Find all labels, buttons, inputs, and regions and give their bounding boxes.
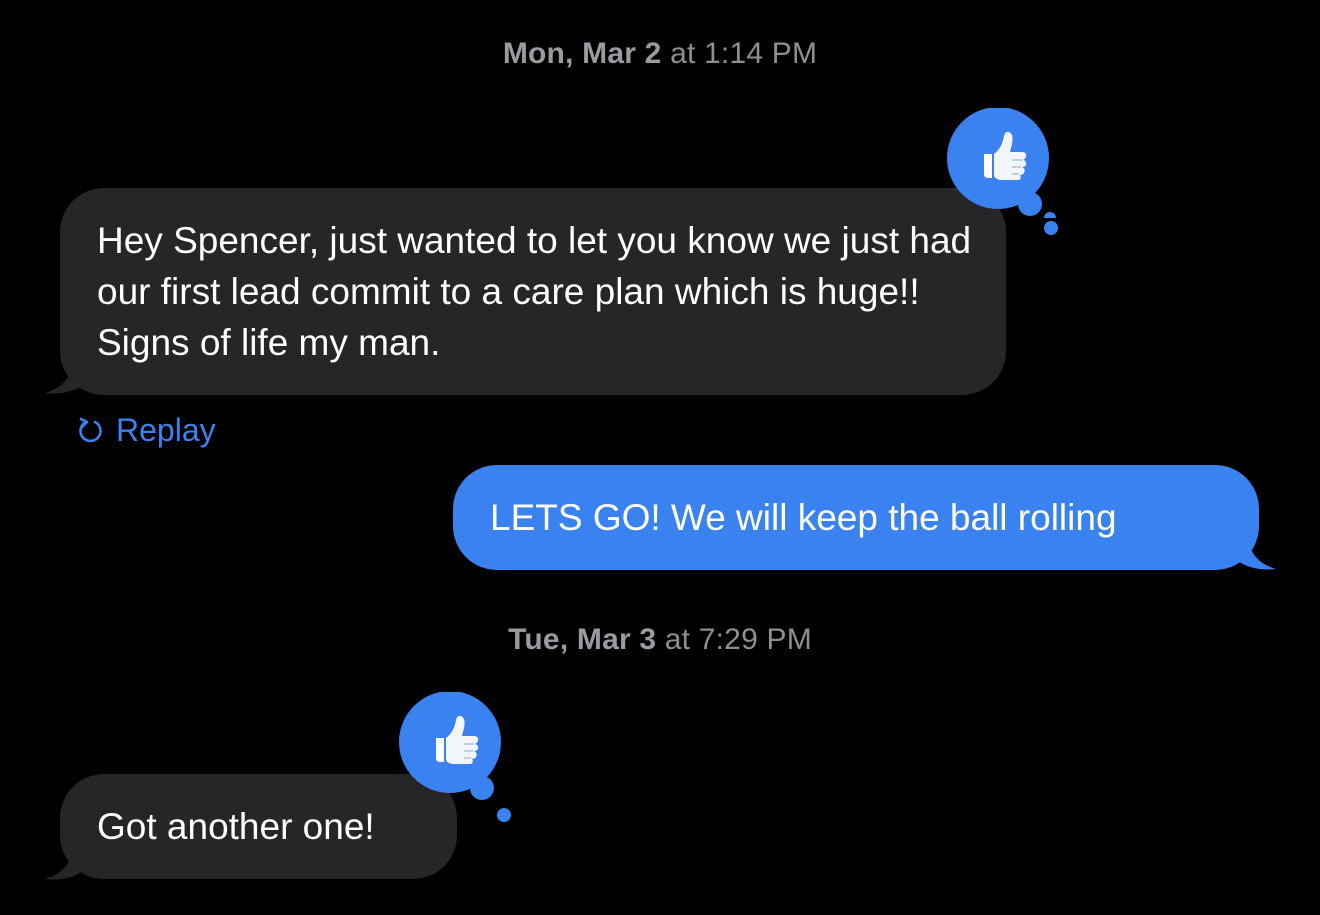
received-message-bubble[interactable]: Hey Spencer, just wanted to let you know…: [60, 188, 1006, 395]
timestamp-header: Tue, Mar 3 at 7:29 PM: [0, 623, 1320, 657]
timestamp-separator: at: [656, 623, 699, 656]
timestamp-time: 1:14 PM: [704, 37, 818, 70]
replay-arrow-icon: [79, 417, 102, 443]
tapback-dot: [497, 808, 511, 822]
timestamp-day: Mon, Mar 2: [502, 37, 662, 70]
thumbs-up-icon[interactable]: [398, 692, 508, 802]
timestamp-time: 7:29 PM: [698, 623, 812, 656]
bubble-tail: [45, 355, 83, 394]
message-text: Got another one!: [97, 806, 375, 847]
timestamp-day: Tue, Mar 3: [508, 623, 657, 656]
bubble-tail: [1238, 531, 1276, 570]
message-text: LETS GO! We will keep the ball rolling: [490, 497, 1117, 538]
sent-message-bubble[interactable]: LETS GO! We will keep the ball rolling: [453, 465, 1259, 570]
replay-button[interactable]: Replay: [78, 410, 216, 450]
message-text: Hey Spencer, just wanted to let you know…: [97, 220, 972, 363]
timestamp-header: Mon, Mar 2 at 1:14 PM: [0, 37, 1320, 71]
bubble-tail: [45, 841, 83, 880]
timestamp-separator: at: [661, 37, 705, 70]
thumbs-up-icon[interactable]: [946, 108, 1056, 218]
replay-label: Replay: [116, 411, 216, 448]
tapback-dot: [1044, 221, 1058, 235]
